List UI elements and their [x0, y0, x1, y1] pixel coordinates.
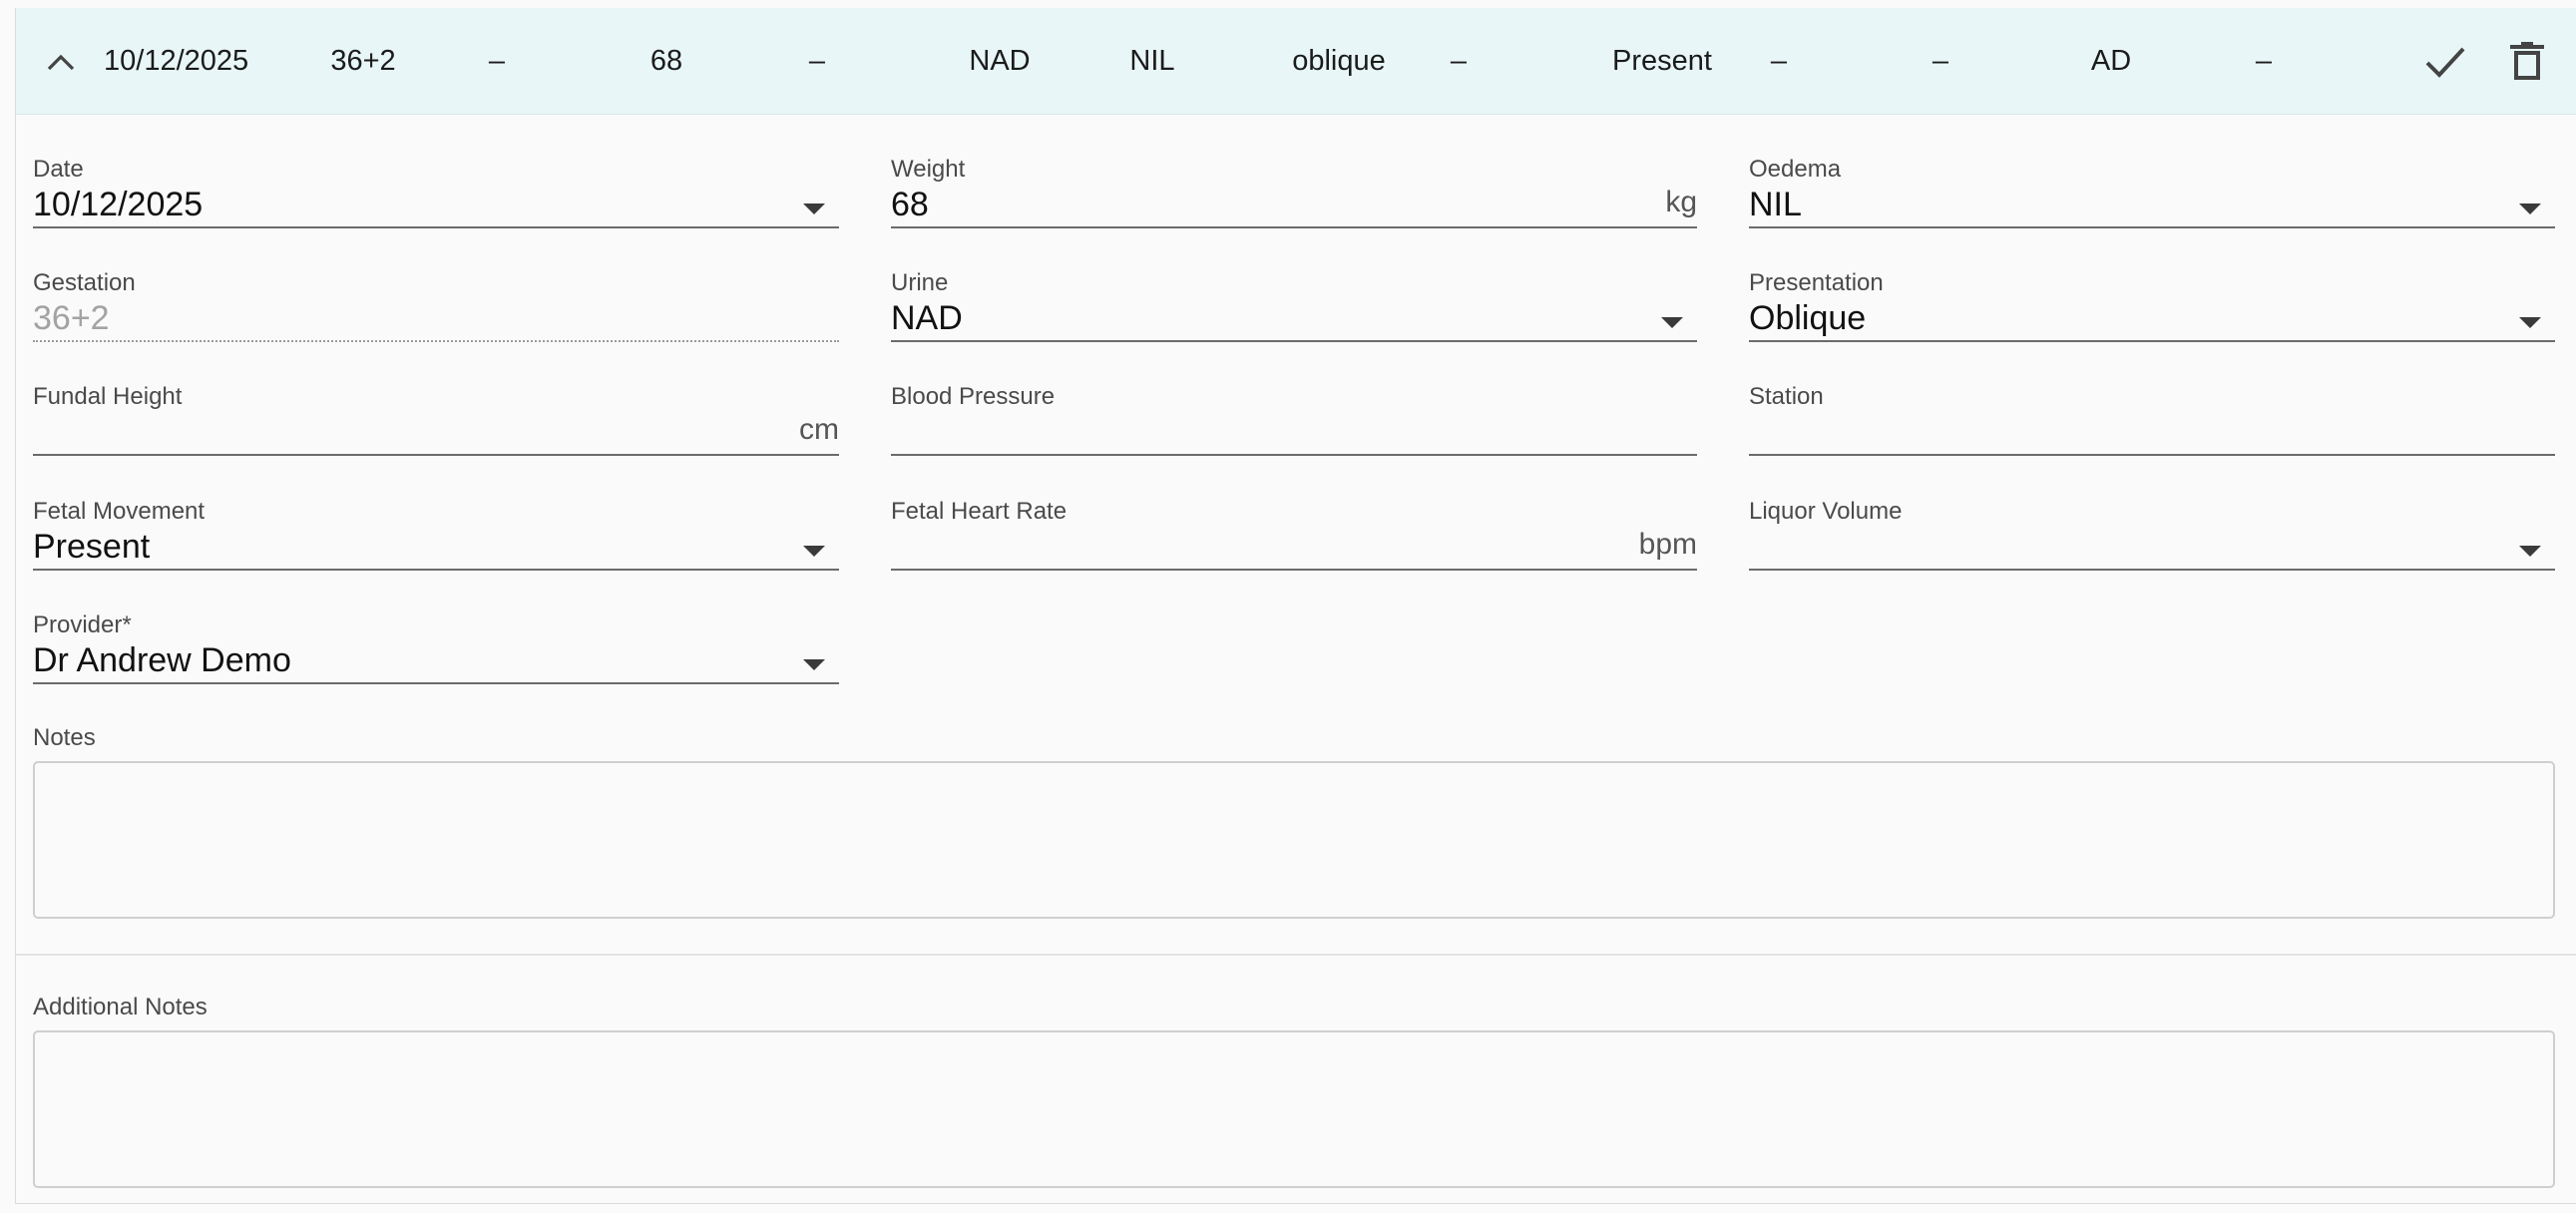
summary-fundal-height: –	[488, 45, 506, 77]
oedema-select[interactable]: Oedema NIL	[1749, 156, 2555, 235]
trash-icon[interactable]	[2502, 8, 2552, 115]
provider-label: Provider*	[33, 611, 132, 638]
antenatal-visit-card: 10/12/2025 36+2 – 68 – NAD NIL oblique –…	[15, 8, 2576, 1204]
urine-value: NAD	[891, 299, 963, 337]
notes-label: Notes	[33, 724, 96, 751]
oedema-underline	[1749, 226, 2555, 228]
liquor-volume-label: Liquor Volume	[1749, 498, 1903, 525]
oedema-value: NIL	[1749, 186, 1802, 223]
presentation-underline	[1749, 340, 2555, 342]
weight-label: Weight	[891, 156, 966, 183]
provider-underline	[33, 682, 839, 684]
summary-oedema: NIL	[1129, 45, 1175, 77]
fetal-movement-value: Present	[33, 528, 151, 566]
blood-pressure-underline	[891, 454, 1697, 456]
fundal-height-field[interactable]: Fundal Height cm	[33, 383, 839, 463]
additional-notes-textarea[interactable]	[33, 1030, 2555, 1188]
presentation-select[interactable]: Presentation Oblique	[1749, 269, 2555, 349]
presentation-value: Oblique	[1749, 299, 1867, 337]
fundal-height-label: Fundal Height	[33, 383, 183, 410]
fetal-heart-rate-underline	[891, 569, 1697, 571]
summary-liquor-volume: –	[1932, 45, 1949, 77]
check-icon[interactable]	[2415, 8, 2475, 115]
date-value: 10/12/2025	[33, 186, 204, 223]
chevron-down-icon[interactable]	[803, 203, 825, 214]
station-field[interactable]: Station	[1749, 383, 2555, 463]
liquor-volume-underline	[1749, 569, 2555, 571]
station-underline	[1749, 454, 2555, 456]
blood-pressure-field[interactable]: Blood Pressure	[891, 383, 1697, 463]
summary-fetal-movement: Present	[1612, 45, 1712, 77]
oedema-label: Oedema	[1749, 156, 1842, 183]
fundal-height-unit: cm	[799, 413, 839, 446]
weight-underline	[891, 226, 1697, 228]
summary-station: –	[1450, 45, 1468, 77]
fetal-heart-rate-label: Fetal Heart Rate	[891, 498, 1068, 525]
weight-unit: kg	[1665, 186, 1697, 218]
date-field[interactable]: Date 10/12/2025	[33, 156, 839, 235]
fetal-movement-underline	[33, 569, 839, 571]
station-label: Station	[1749, 383, 1824, 410]
date-label: Date	[33, 156, 84, 183]
fetal-heart-rate-field[interactable]: Fetal Heart Rate bpm	[891, 498, 1697, 578]
chevron-down-icon[interactable]	[803, 546, 825, 557]
chevron-down-icon[interactable]	[1661, 317, 1683, 328]
summary-blood-pressure: –	[808, 45, 826, 77]
summary-weight: 68	[649, 45, 683, 77]
fetal-movement-select[interactable]: Fetal Movement Present	[33, 498, 839, 578]
gestation-field: Gestation 36+2	[33, 269, 839, 349]
summary-extra: –	[2255, 45, 2273, 77]
chevron-down-icon[interactable]	[2519, 546, 2541, 557]
liquor-volume-select[interactable]: Liquor Volume	[1749, 498, 2555, 578]
summary-urine: NAD	[969, 45, 1031, 77]
chevron-down-icon[interactable]	[803, 659, 825, 670]
chevron-up-icon[interactable]	[38, 8, 84, 115]
fundal-height-underline	[33, 454, 839, 456]
summary-presentation: oblique	[1292, 45, 1386, 77]
notes-textarea[interactable]	[33, 761, 2555, 919]
fetal-heart-rate-unit: bpm	[1638, 528, 1697, 561]
additional-notes-label: Additional Notes	[33, 994, 208, 1020]
summary-fetal-heart-rate: –	[1770, 45, 1788, 77]
fetal-movement-label: Fetal Movement	[33, 498, 206, 525]
visit-summary-row[interactable]: 10/12/2025 36+2 – 68 – NAD NIL oblique –…	[16, 8, 2576, 115]
urine-underline	[891, 340, 1697, 342]
chevron-down-icon[interactable]	[2519, 203, 2541, 214]
date-underline	[33, 226, 839, 228]
weight-field[interactable]: Weight 68 kg	[891, 156, 1697, 235]
urine-select[interactable]: Urine NAD	[891, 269, 1697, 349]
summary-provider: AD	[2090, 45, 2132, 77]
gestation-label: Gestation	[33, 269, 136, 296]
gestation-underline	[33, 340, 839, 342]
section-divider	[16, 954, 2576, 956]
urine-label: Urine	[891, 269, 949, 296]
chevron-down-icon[interactable]	[2519, 317, 2541, 328]
summary-gestation: 36+2	[330, 45, 396, 77]
summary-date: 10/12/2025	[104, 45, 249, 77]
blood-pressure-label: Blood Pressure	[891, 383, 1056, 410]
gestation-value: 36+2	[33, 299, 110, 337]
provider-value: Dr Andrew Demo	[33, 641, 291, 679]
presentation-label: Presentation	[1749, 269, 1884, 296]
provider-select[interactable]: Provider* Dr Andrew Demo	[33, 611, 839, 691]
weight-value: 68	[891, 186, 929, 223]
